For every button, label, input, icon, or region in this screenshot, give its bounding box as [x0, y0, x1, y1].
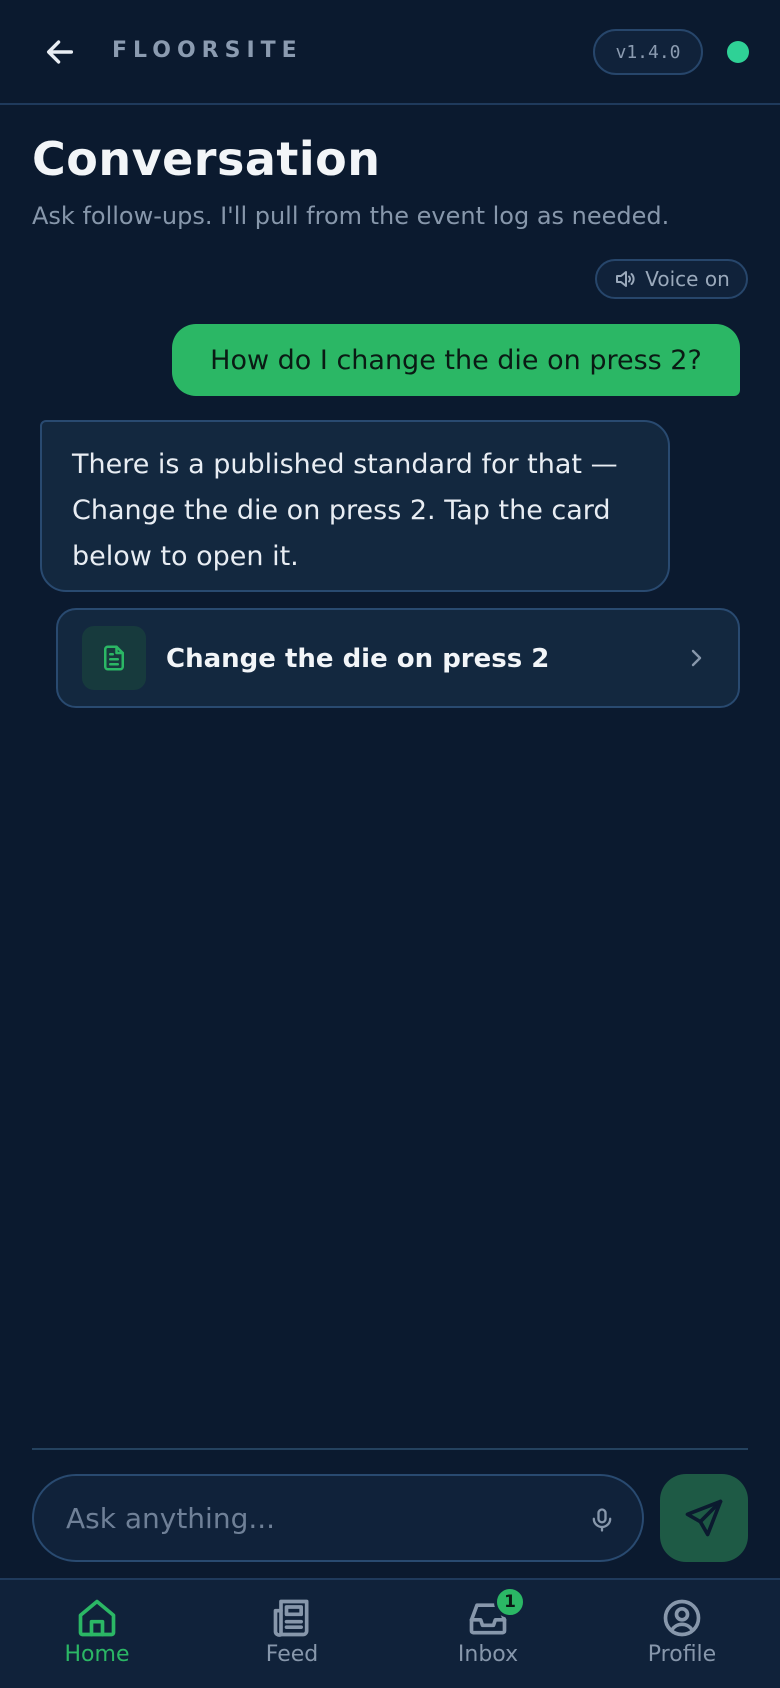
nav-item-home[interactable]: Home	[17, 1580, 177, 1688]
version-badge: v1.4.0	[593, 29, 703, 75]
inbox-icon-wrap: 1	[466, 1586, 526, 1640]
nav-item-feed[interactable]: Feed	[212, 1580, 372, 1688]
nav-item-inbox[interactable]: 1 Inbox	[408, 1580, 568, 1688]
app-root: FLOORSITE v1.4.0 Conversation Ask follow…	[0, 0, 780, 1688]
inbox-count-badge: 1	[494, 1586, 526, 1618]
document-icon	[104, 645, 124, 671]
connection-status-dot	[727, 41, 749, 63]
voice-toggle-label: Voice on	[645, 267, 730, 291]
speaker-icon	[616, 271, 635, 287]
nav-label-profile: Profile	[647, 1642, 717, 1667]
mic-button[interactable]	[584, 1500, 620, 1540]
back-button[interactable]	[36, 28, 84, 76]
doc-card-title: Change the die on press 2	[166, 644, 550, 674]
assistant-message-bubble: There is a published standard for that —…	[40, 420, 670, 592]
composer-divider	[32, 1448, 748, 1450]
user-circle-icon	[663, 1599, 701, 1637]
ask-input-container	[32, 1474, 644, 1562]
chevron-right-icon	[691, 649, 702, 667]
brand-name: FLOORSITE	[112, 38, 303, 63]
microphone-icon	[592, 1508, 612, 1532]
newspaper-icon	[273, 1599, 309, 1637]
home-icon	[78, 1599, 116, 1637]
standard-document-card[interactable]: Change the die on press 2	[56, 608, 740, 708]
nav-label-feed: Feed	[265, 1642, 319, 1667]
page-title: Conversation	[32, 132, 381, 186]
arrow-left-icon	[46, 40, 74, 64]
ask-input[interactable]	[66, 1496, 566, 1540]
send-icon	[685, 1499, 723, 1537]
voice-toggle-button[interactable]: Voice on	[595, 259, 748, 299]
send-button[interactable]	[660, 1474, 748, 1562]
nav-label-inbox: Inbox	[457, 1642, 519, 1667]
nav-item-profile[interactable]: Profile	[602, 1580, 762, 1688]
nav-label-home: Home	[64, 1642, 130, 1667]
top-bar: FLOORSITE v1.4.0	[0, 0, 780, 105]
doc-icon-box	[82, 626, 146, 690]
page-subtitle: Ask follow-ups. I'll pull from the event…	[32, 202, 670, 230]
bottom-nav: Home Feed 1 Inbox Profile	[0, 1578, 780, 1688]
user-message-bubble: How do I change the die on press 2?	[172, 324, 740, 396]
